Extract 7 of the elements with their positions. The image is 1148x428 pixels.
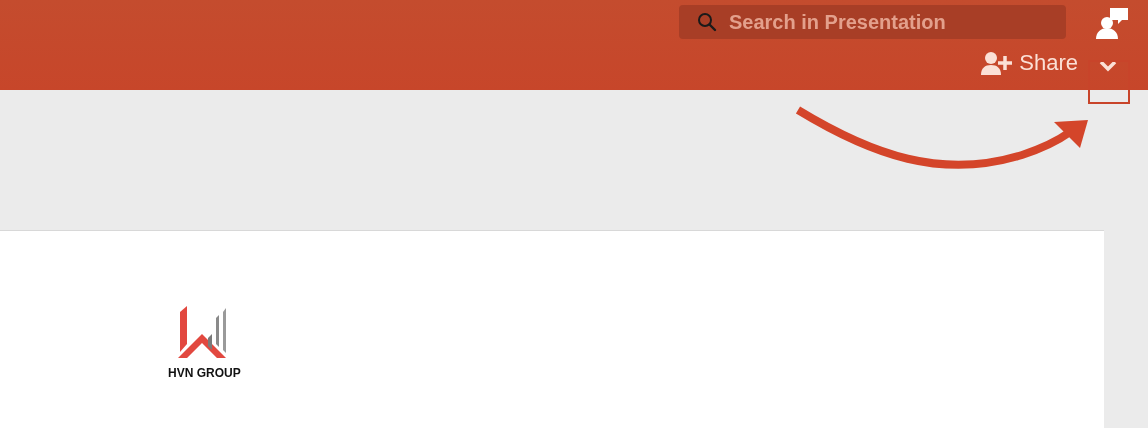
comments-icon[interactable] — [1096, 6, 1130, 40]
chevron-down-icon[interactable] — [1098, 60, 1118, 72]
share-button[interactable]: Share — [981, 50, 1078, 76]
search-field[interactable]: Search in Presentation — [679, 5, 1066, 39]
add-person-icon — [981, 51, 1014, 75]
highlight-frame — [1088, 60, 1130, 104]
logo-text: HVN GROUP — [168, 366, 241, 380]
